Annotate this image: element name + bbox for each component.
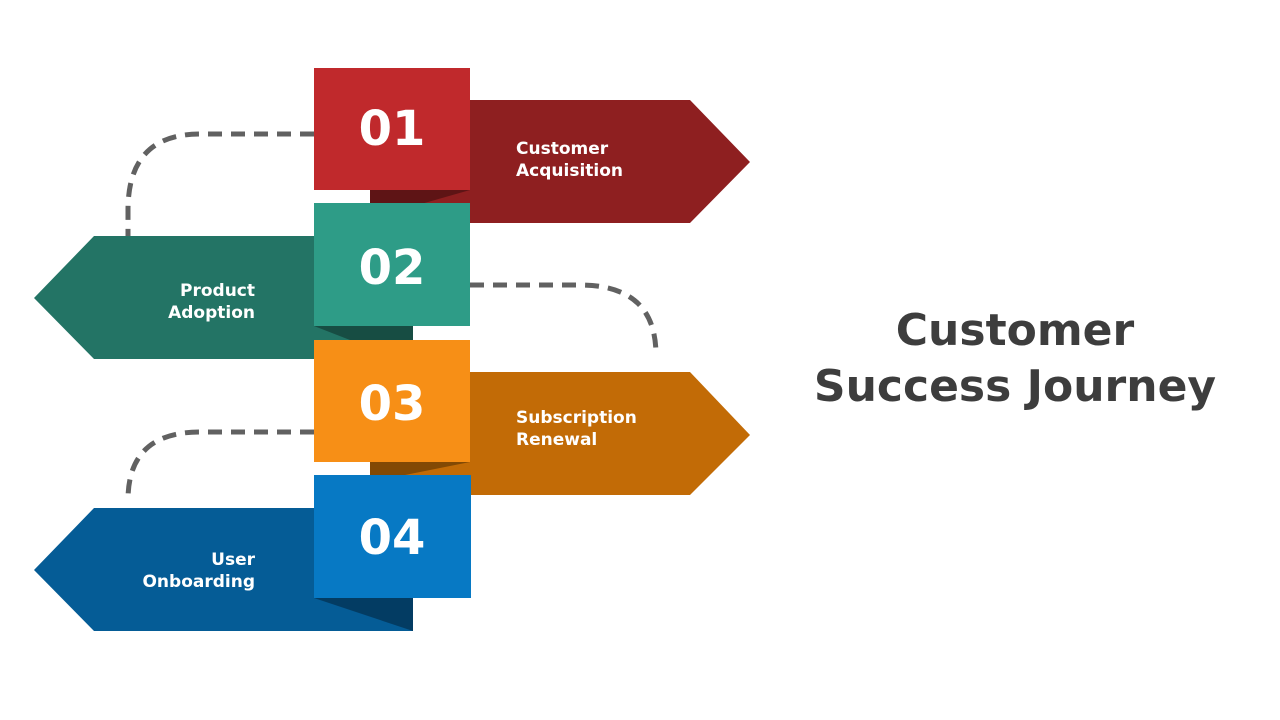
step-01-number: 01 [359, 101, 426, 157]
connector-01-02 [125, 131, 314, 236]
diagram-title: Customer Success Journey [780, 303, 1250, 415]
step-03-label-line1: Subscription [516, 408, 637, 428]
step-02-label-line2: Adoption [168, 303, 255, 323]
title-line2: Success Journey [813, 361, 1217, 412]
step-01-label-line1: Customer [516, 139, 609, 159]
step-03: 03 Subscription Renewal [314, 340, 750, 495]
step-02-label-line1: Product [180, 281, 255, 301]
step-01: 01 Customer Acquisition [314, 68, 750, 223]
step-04-label-line2: Onboarding [142, 572, 255, 592]
step-04: 04 User Onboarding [34, 475, 471, 631]
step-01-label-line2: Acquisition [516, 161, 623, 181]
connector-03-04 [125, 429, 314, 501]
connector-02-03 [470, 282, 659, 356]
step-04-label-line1: User [211, 550, 255, 570]
title-line1: Customer [895, 305, 1135, 356]
step-02: 02 Product Adoption [34, 203, 470, 359]
step-02-number: 02 [359, 240, 426, 296]
step-04-number: 04 [359, 510, 426, 566]
step-03-label-line2: Renewal [516, 430, 597, 450]
step-03-number: 03 [359, 376, 426, 432]
